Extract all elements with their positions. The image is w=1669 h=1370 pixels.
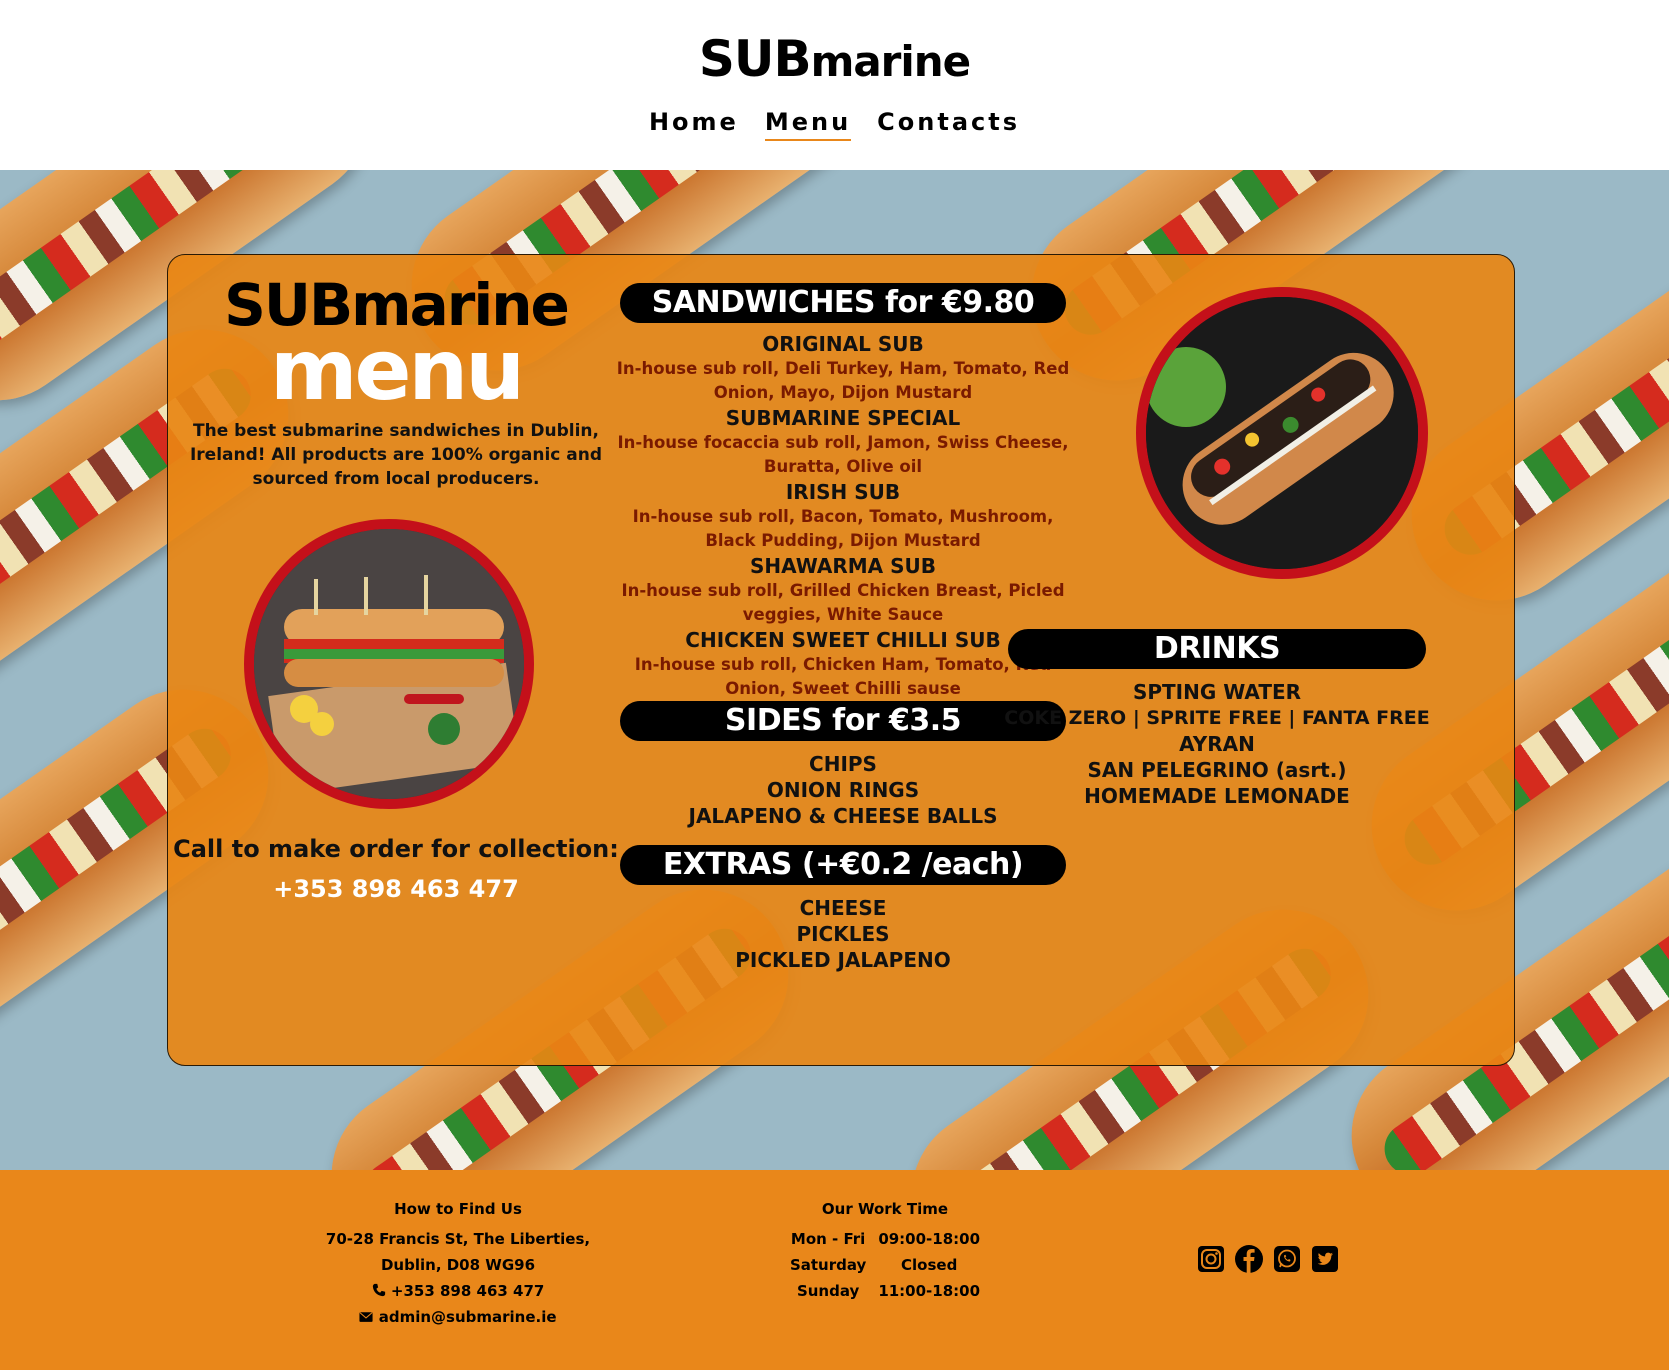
order-call-label: Call to make order for collection: bbox=[173, 835, 619, 863]
item-description: In-house sub roll, Bacon, Tomato, Mushro… bbox=[632, 507, 1054, 550]
extras-heading: EXTRAS (+€0.2 /each) bbox=[620, 845, 1066, 885]
extras-list: CHEESE PICKLES PICKLED JALAPENO bbox=[614, 895, 1072, 973]
menu-hero: SUBmarine menu The best submarine sandwi… bbox=[0, 170, 1669, 1170]
work-day: Mon - Fri bbox=[790, 1230, 866, 1248]
nav-menu[interactable]: Menu bbox=[764, 108, 852, 141]
item-name: SUBMARINE SPECIAL bbox=[725, 406, 961, 430]
site-footer: How to Find Us 70-28 Francis St, The Lib… bbox=[0, 1170, 1669, 1370]
site-header: SUBmarine Home Menu Contacts bbox=[0, 0, 1669, 170]
footer-email-text: admin@submarine.ie bbox=[378, 1308, 557, 1326]
sides-heading: SIDES for €3.5 bbox=[620, 701, 1066, 741]
item-description: In-house sub roll, Deli Turkey, Ham, Tom… bbox=[616, 359, 1070, 402]
list-item: SHAWARMA SUB In-house sub roll, Grilled … bbox=[614, 553, 1072, 627]
find-us-heading: How to Find Us bbox=[394, 1200, 522, 1218]
sandwiches-list: ORIGINAL SUB In-house sub roll, Deli Tur… bbox=[614, 331, 1072, 701]
whatsapp-icon[interactable] bbox=[1272, 1244, 1302, 1274]
list-item: SAN PELEGRINO (asrt.) bbox=[1087, 758, 1347, 782]
menu-card: SUBmarine menu The best submarine sandwi… bbox=[167, 254, 1515, 1066]
sub-photo-left bbox=[244, 519, 534, 809]
menu-tagline: The best submarine sandwiches in Dublin,… bbox=[189, 421, 603, 489]
item-name: SHAWARMA SUB bbox=[750, 554, 936, 578]
sandwich-photo-illustration bbox=[254, 529, 524, 799]
list-item: AYRAN bbox=[1179, 732, 1255, 756]
menu-card-logo: SUBmarine menu bbox=[208, 275, 584, 419]
address-line: Dublin, D08 WG96 bbox=[380, 1256, 536, 1274]
work-time-table: Mon - Fri 09:00-18:00 Saturday Closed Su… bbox=[784, 1226, 986, 1304]
footer-phone-text: +353 898 463 477 bbox=[390, 1282, 545, 1300]
list-item: SUBMARINE SPECIAL In-house focaccia sub … bbox=[614, 405, 1072, 479]
sub-photo-right bbox=[1136, 287, 1428, 579]
work-time-section: Our Work Time Mon - Fri 09:00-18:00 Satu… bbox=[735, 1200, 1035, 1304]
item-name: ORIGINAL SUB bbox=[762, 332, 924, 356]
main-nav: Home Menu Contacts bbox=[0, 108, 1669, 141]
nav-contacts[interactable]: Contacts bbox=[877, 108, 1020, 141]
work-day: Saturday bbox=[789, 1256, 867, 1274]
work-time-heading: Our Work Time bbox=[821, 1200, 949, 1218]
footer-email[interactable]: admin@submarine.ie bbox=[308, 1304, 608, 1330]
work-day: Sunday bbox=[796, 1282, 860, 1300]
sandwich-photo-illustration bbox=[1146, 297, 1418, 569]
order-phone-number[interactable]: +353 898 463 477 bbox=[168, 875, 624, 903]
phone-icon bbox=[372, 1283, 385, 1297]
list-item: PICKLES bbox=[796, 922, 890, 946]
list-item: CHEESE bbox=[799, 896, 887, 920]
list-item: HOMEMADE LEMONADE bbox=[1084, 784, 1350, 808]
item-description: In-house sub roll, Grilled Chicken Breas… bbox=[621, 581, 1065, 624]
twitter-icon[interactable] bbox=[1310, 1244, 1340, 1274]
item-name: IRISH SUB bbox=[785, 480, 901, 504]
list-item: PICKLED JALAPENO bbox=[735, 948, 951, 972]
list-item: ORIGINAL SUB In-house sub roll, Deli Tur… bbox=[614, 331, 1072, 405]
item-description: In-house focaccia sub roll, Jamon, Swiss… bbox=[617, 433, 1069, 476]
table-row: Mon - Fri 09:00-18:00 bbox=[784, 1226, 986, 1252]
facebook-icon[interactable] bbox=[1234, 1244, 1264, 1274]
address-line: 70-28 Francis St, The Liberties, bbox=[325, 1230, 591, 1248]
drinks-list: SPTING WATER COKE ZERO | SPRITE FREE | F… bbox=[1004, 679, 1430, 809]
logo-upper: SUB bbox=[698, 30, 812, 88]
list-item: COKE ZERO | SPRITE FREE | FANTA FREE bbox=[1004, 707, 1430, 729]
social-links bbox=[1196, 1244, 1340, 1274]
list-item: IRISH SUB In-house sub roll, Bacon, Toma… bbox=[614, 479, 1072, 553]
work-hours: 09:00-18:00 bbox=[878, 1230, 981, 1248]
table-row: Sunday 11:00-18:00 bbox=[784, 1278, 986, 1304]
list-item: SPTING WATER bbox=[1132, 680, 1302, 704]
menu-card-title: menu bbox=[269, 321, 525, 419]
work-hours: Closed bbox=[901, 1256, 958, 1274]
envelope-icon bbox=[359, 1312, 374, 1322]
logo-lower: marine bbox=[810, 37, 972, 86]
nav-home[interactable]: Home bbox=[649, 108, 739, 141]
drinks-heading: DRINKS bbox=[1008, 629, 1426, 669]
table-row: Saturday Closed bbox=[784, 1252, 986, 1278]
site-logo[interactable]: SUBmarine bbox=[0, 30, 1669, 88]
footer-phone[interactable]: +353 898 463 477 bbox=[308, 1278, 608, 1304]
instagram-icon[interactable] bbox=[1196, 1244, 1226, 1274]
item-name: CHICKEN SWEET CHILLI SUB bbox=[685, 628, 1001, 652]
find-us-section: How to Find Us 70-28 Francis St, The Lib… bbox=[308, 1200, 608, 1330]
sandwiches-heading: SANDWICHES for €9.80 bbox=[620, 283, 1066, 323]
work-hours: 11:00-18:00 bbox=[878, 1282, 981, 1300]
